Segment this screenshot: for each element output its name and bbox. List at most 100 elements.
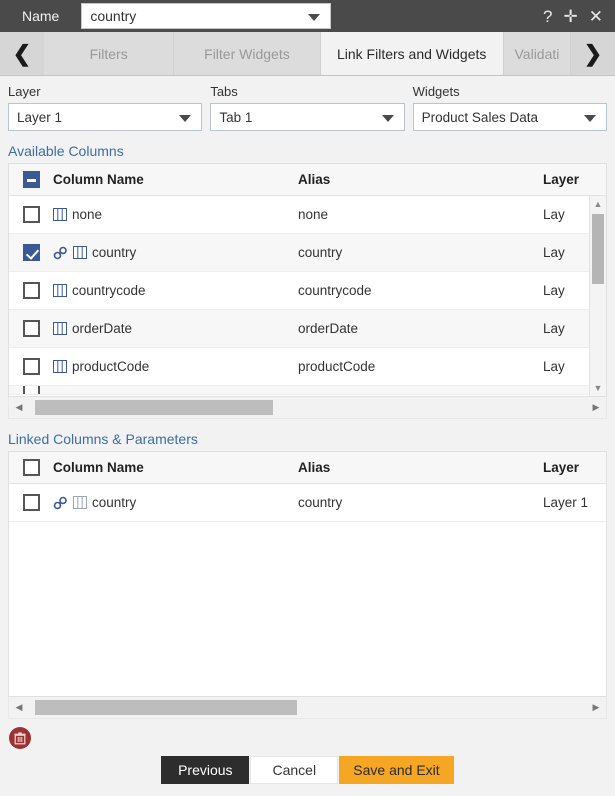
dialog-content: Layer Layer 1 Tabs Tab 1 Widgets Product… <box>0 76 615 796</box>
row-column-name-cell: countrycode <box>53 283 298 298</box>
cancel-button[interactable]: Cancel <box>250 756 339 784</box>
layer-dropdown[interactable]: Layer 1 <box>8 103 203 131</box>
horizontal-scroll-thumb[interactable] <box>35 400 273 415</box>
widgets-label: Widgets <box>412 84 460 99</box>
selector-row: Layer Layer 1 Tabs Tab 1 Widgets Product… <box>0 76 615 131</box>
row-column-name-cell: country <box>53 245 298 260</box>
chevron-down-icon <box>583 115 596 122</box>
linked-header-column-name: Column Name <box>53 460 144 475</box>
available-select-all-checkbox[interactable] <box>22 171 40 188</box>
tab-bar: ❮ Filters Filter Widgets Link Filters an… <box>0 32 615 76</box>
column-icon <box>53 322 67 335</box>
layer-selector-group: Layer Layer 1 <box>8 84 203 131</box>
available-select-all-cell <box>9 171 53 188</box>
row-alias: country <box>298 245 343 260</box>
row-checkbox[interactable] <box>22 494 40 511</box>
help-icon[interactable]: ? <box>543 8 552 25</box>
save-and-exit-button[interactable]: Save and Exit <box>339 756 454 784</box>
available-vertical-scrollbar[interactable]: ▲ ▼ <box>589 196 606 396</box>
linked-select-all-cell <box>9 459 53 476</box>
chevron-down-icon <box>381 115 394 122</box>
row-column-name-cell: country <box>53 495 298 510</box>
titlebar-icon-group: ? ✛ ✕ <box>543 8 607 25</box>
row-alias: productCode <box>298 359 376 374</box>
row-alias: orderDate <box>298 321 359 336</box>
horizontal-scroll-track[interactable] <box>29 697 586 718</box>
table-row[interactable]: orderDate orderDate Lay <box>9 310 606 348</box>
widgets-selector-group: Widgets Product Sales Data <box>412 84 607 131</box>
tab-filters[interactable]: Filters <box>44 32 175 75</box>
link-icon <box>53 246 67 259</box>
link-icon <box>53 496 67 509</box>
tab-list: Filters Filter Widgets Link Filters and … <box>44 32 571 75</box>
widgets-dropdown[interactable]: Product Sales Data <box>412 103 607 131</box>
column-icon <box>53 360 67 373</box>
scroll-right-icon[interactable]: ▶ <box>586 402 606 413</box>
linked-columns-title: Linked Columns & Parameters <box>8 431 198 447</box>
available-header-column-name: Column Name <box>53 172 144 187</box>
row-alias: countrycode <box>298 283 372 298</box>
row-checkbox[interactable] <box>22 282 40 299</box>
linked-grid-header: Column Name Alias Layer <box>9 452 606 484</box>
dialog-footer: Previous Cancel Save and Exit <box>0 756 615 784</box>
row-column-name: country <box>92 245 137 260</box>
scroll-left-icon[interactable]: ◀ <box>9 402 29 413</box>
available-grid-header: Column Name Alias Layer <box>9 164 606 196</box>
table-row[interactable]: country country Lay <box>9 234 606 272</box>
name-label: Name <box>22 8 60 24</box>
column-icon <box>53 208 67 221</box>
row-column-name-cell: productCode <box>53 359 298 374</box>
row-alias: country <box>298 495 343 510</box>
move-icon[interactable]: ✛ <box>564 8 578 25</box>
scroll-right-icon[interactable]: ▶ <box>586 702 606 713</box>
row-checkbox-cell <box>9 386 53 394</box>
row-checkbox[interactable] <box>22 386 40 394</box>
dialog-titlebar: Name country ? ✛ ✕ <box>0 0 615 32</box>
horizontal-scroll-thumb[interactable] <box>35 700 297 715</box>
table-row[interactable]: productCode productCode Lay <box>9 348 606 386</box>
linked-header-layer: Layer <box>543 460 580 475</box>
tab-filter-widgets[interactable]: Filter Widgets <box>174 32 321 75</box>
row-checkbox[interactable] <box>22 358 40 375</box>
tab-scroll-right-icon[interactable]: ❯ <box>571 32 615 75</box>
vertical-scroll-thumb[interactable] <box>592 214 604 284</box>
row-checkbox-cell <box>9 358 53 375</box>
tab-scroll-left-icon[interactable]: ❮ <box>0 32 44 75</box>
linked-columns-grid: Column Name Alias Layer country country … <box>8 451 607 697</box>
available-header-alias: Alias <box>298 172 331 187</box>
row-column-name: orderDate <box>72 321 133 336</box>
horizontal-scroll-track[interactable] <box>29 397 586 418</box>
scroll-up-icon[interactable]: ▲ <box>590 196 606 212</box>
table-row[interactable]: country country Layer 1 <box>9 484 606 522</box>
tab-link-filters-and-widgets[interactable]: Link Filters and Widgets <box>320 32 504 75</box>
layer-dropdown-value: Layer 1 <box>17 109 63 125</box>
column-icon <box>53 284 67 297</box>
row-checkbox[interactable] <box>22 244 40 261</box>
table-row[interactable]: countrycode countrycode Lay <box>9 272 606 310</box>
row-checkbox[interactable] <box>22 206 40 223</box>
tab-validation[interactable]: Validati <box>503 32 571 75</box>
scroll-down-icon[interactable]: ▼ <box>590 380 606 396</box>
tabs-selector-group: Tabs Tab 1 <box>210 84 405 131</box>
name-dropdown[interactable]: country <box>81 3 332 29</box>
chevron-down-icon <box>308 14 321 21</box>
close-icon[interactable]: ✕ <box>589 8 603 25</box>
chevron-down-icon <box>179 115 192 122</box>
available-header-layer: Layer <box>543 172 580 187</box>
table-row[interactable]: none none Lay <box>9 196 606 234</box>
scroll-left-icon[interactable]: ◀ <box>9 702 29 713</box>
row-alias: none <box>298 207 329 222</box>
tabs-label: Tabs <box>210 84 238 99</box>
table-row-partial[interactable] <box>9 386 606 395</box>
tabs-dropdown[interactable]: Tab 1 <box>210 103 405 131</box>
row-checkbox[interactable] <box>22 320 40 337</box>
column-icon <box>73 246 87 259</box>
available-columns-grid: Column Name Alias Layer none none Lay co… <box>8 163 607 397</box>
linked-horizontal-scrollbar[interactable]: ◀ ▶ <box>8 697 607 719</box>
linked-grid-body: country country Layer 1 <box>9 484 606 696</box>
linked-select-all-checkbox[interactable] <box>22 459 40 476</box>
tabs-dropdown-value: Tab 1 <box>219 109 253 125</box>
delete-button[interactable] <box>9 727 31 749</box>
available-horizontal-scrollbar[interactable]: ◀ ▶ <box>8 397 607 419</box>
previous-button[interactable]: Previous <box>161 756 250 784</box>
